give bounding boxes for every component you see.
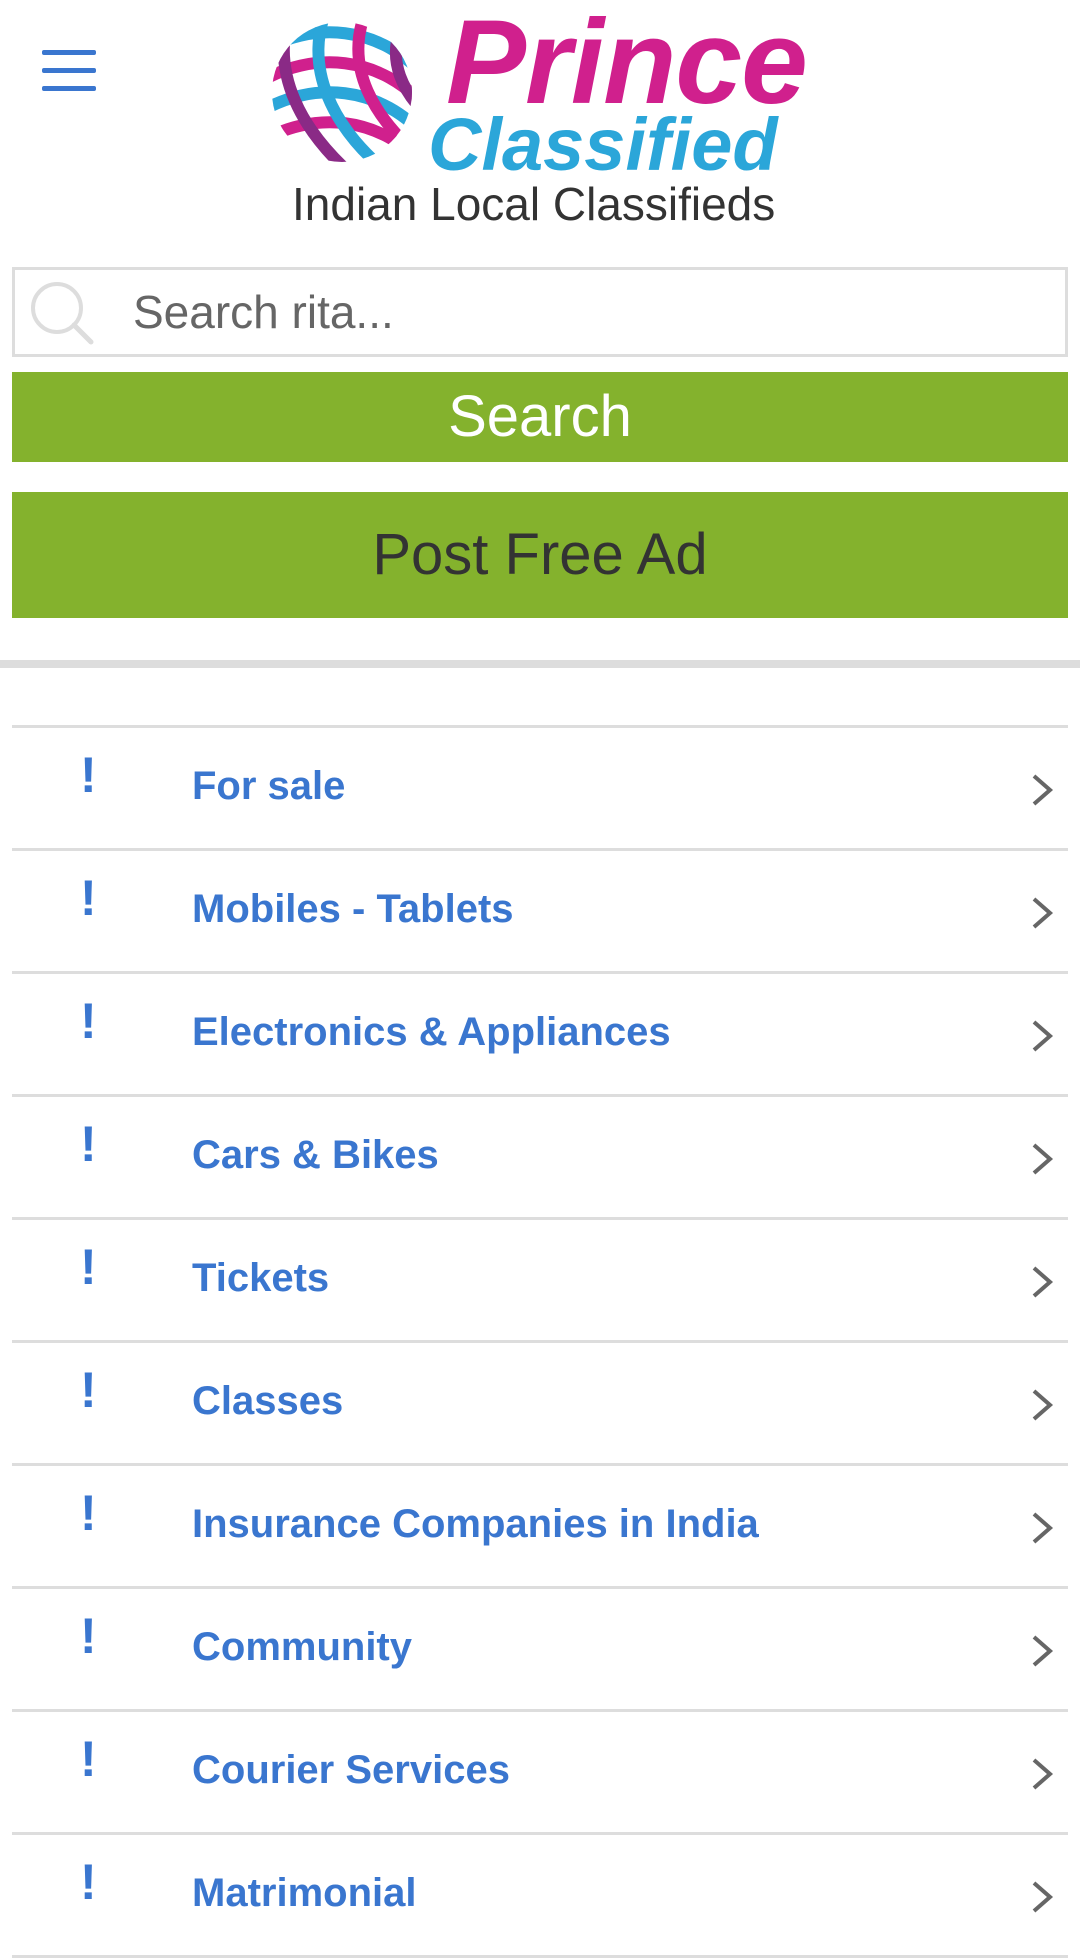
category-marker-icon: !: [80, 747, 97, 803]
category-label[interactable]: Mobiles - Tablets: [192, 889, 514, 929]
category-item-cars-bikes[interactable]: ! Cars & Bikes: [12, 1097, 1068, 1220]
category-item-matrimonial[interactable]: ! Matrimonial: [12, 1835, 1068, 1958]
category-label[interactable]: Community: [192, 1627, 412, 1667]
search-input[interactable]: [133, 270, 1053, 354]
logo-globe-icon: [272, 22, 412, 162]
category-marker-icon: !: [80, 1731, 97, 1787]
category-item-classes[interactable]: ! Classes: [12, 1343, 1068, 1466]
chevron-right-icon: [1032, 1512, 1054, 1544]
category-item-tickets[interactable]: ! Tickets: [12, 1220, 1068, 1343]
category-marker-icon: !: [80, 1854, 97, 1910]
category-label[interactable]: Tickets: [192, 1258, 329, 1298]
chevron-right-icon: [1032, 1881, 1054, 1913]
category-marker-icon: !: [80, 870, 97, 926]
chevron-right-icon: [1032, 897, 1054, 929]
category-marker-icon: !: [80, 1485, 97, 1541]
chevron-right-icon: [1032, 774, 1054, 806]
category-marker-icon: !: [80, 1239, 97, 1295]
category-item-community[interactable]: ! Community: [12, 1589, 1068, 1712]
search-icon: [31, 282, 94, 345]
site-logo[interactable]: Prince Classified Indian Local Classifie…: [268, 2, 808, 230]
category-marker-icon: !: [80, 1362, 97, 1418]
category-item-electronics-appliances[interactable]: ! Electronics & Appliances: [12, 974, 1068, 1097]
chevron-right-icon: [1032, 1020, 1054, 1052]
category-label[interactable]: Insurance Companies in India: [192, 1504, 759, 1544]
post-free-ad-button[interactable]: Post Free Ad: [12, 492, 1068, 618]
chevron-right-icon: [1032, 1266, 1054, 1298]
category-label[interactable]: Classes: [192, 1381, 343, 1421]
search-button[interactable]: Search: [12, 372, 1068, 462]
category-list: ! For sale ! Mobiles - Tablets ! Electro…: [12, 725, 1068, 1958]
category-label[interactable]: Courier Services: [192, 1750, 510, 1790]
category-label[interactable]: For sale: [192, 766, 345, 806]
hamburger-menu-icon[interactable]: [40, 46, 100, 98]
category-marker-icon: !: [80, 1608, 97, 1664]
chevron-right-icon: [1032, 1389, 1054, 1421]
category-item-for-sale[interactable]: ! For sale: [12, 728, 1068, 851]
category-item-insurance-companies[interactable]: ! Insurance Companies in India: [12, 1466, 1068, 1589]
category-label[interactable]: Electronics & Appliances: [192, 1012, 671, 1052]
category-marker-icon: !: [80, 993, 97, 1049]
search-box: [12, 267, 1068, 357]
category-marker-icon: !: [80, 1116, 97, 1172]
chevron-right-icon: [1032, 1758, 1054, 1790]
header: Prince Classified Indian Local Classifie…: [0, 0, 1080, 250]
category-label[interactable]: Matrimonial: [192, 1873, 416, 1913]
chevron-right-icon: [1032, 1143, 1054, 1175]
logo-tagline: Indian Local Classifieds: [292, 178, 776, 230]
category-label[interactable]: Cars & Bikes: [192, 1135, 439, 1175]
category-item-courier-services[interactable]: ! Courier Services: [12, 1712, 1068, 1835]
chevron-right-icon: [1032, 1635, 1054, 1667]
section-divider: [0, 660, 1080, 668]
category-item-mobiles-tablets[interactable]: ! Mobiles - Tablets: [12, 851, 1068, 974]
logo-word-classified: Classified: [428, 103, 778, 186]
